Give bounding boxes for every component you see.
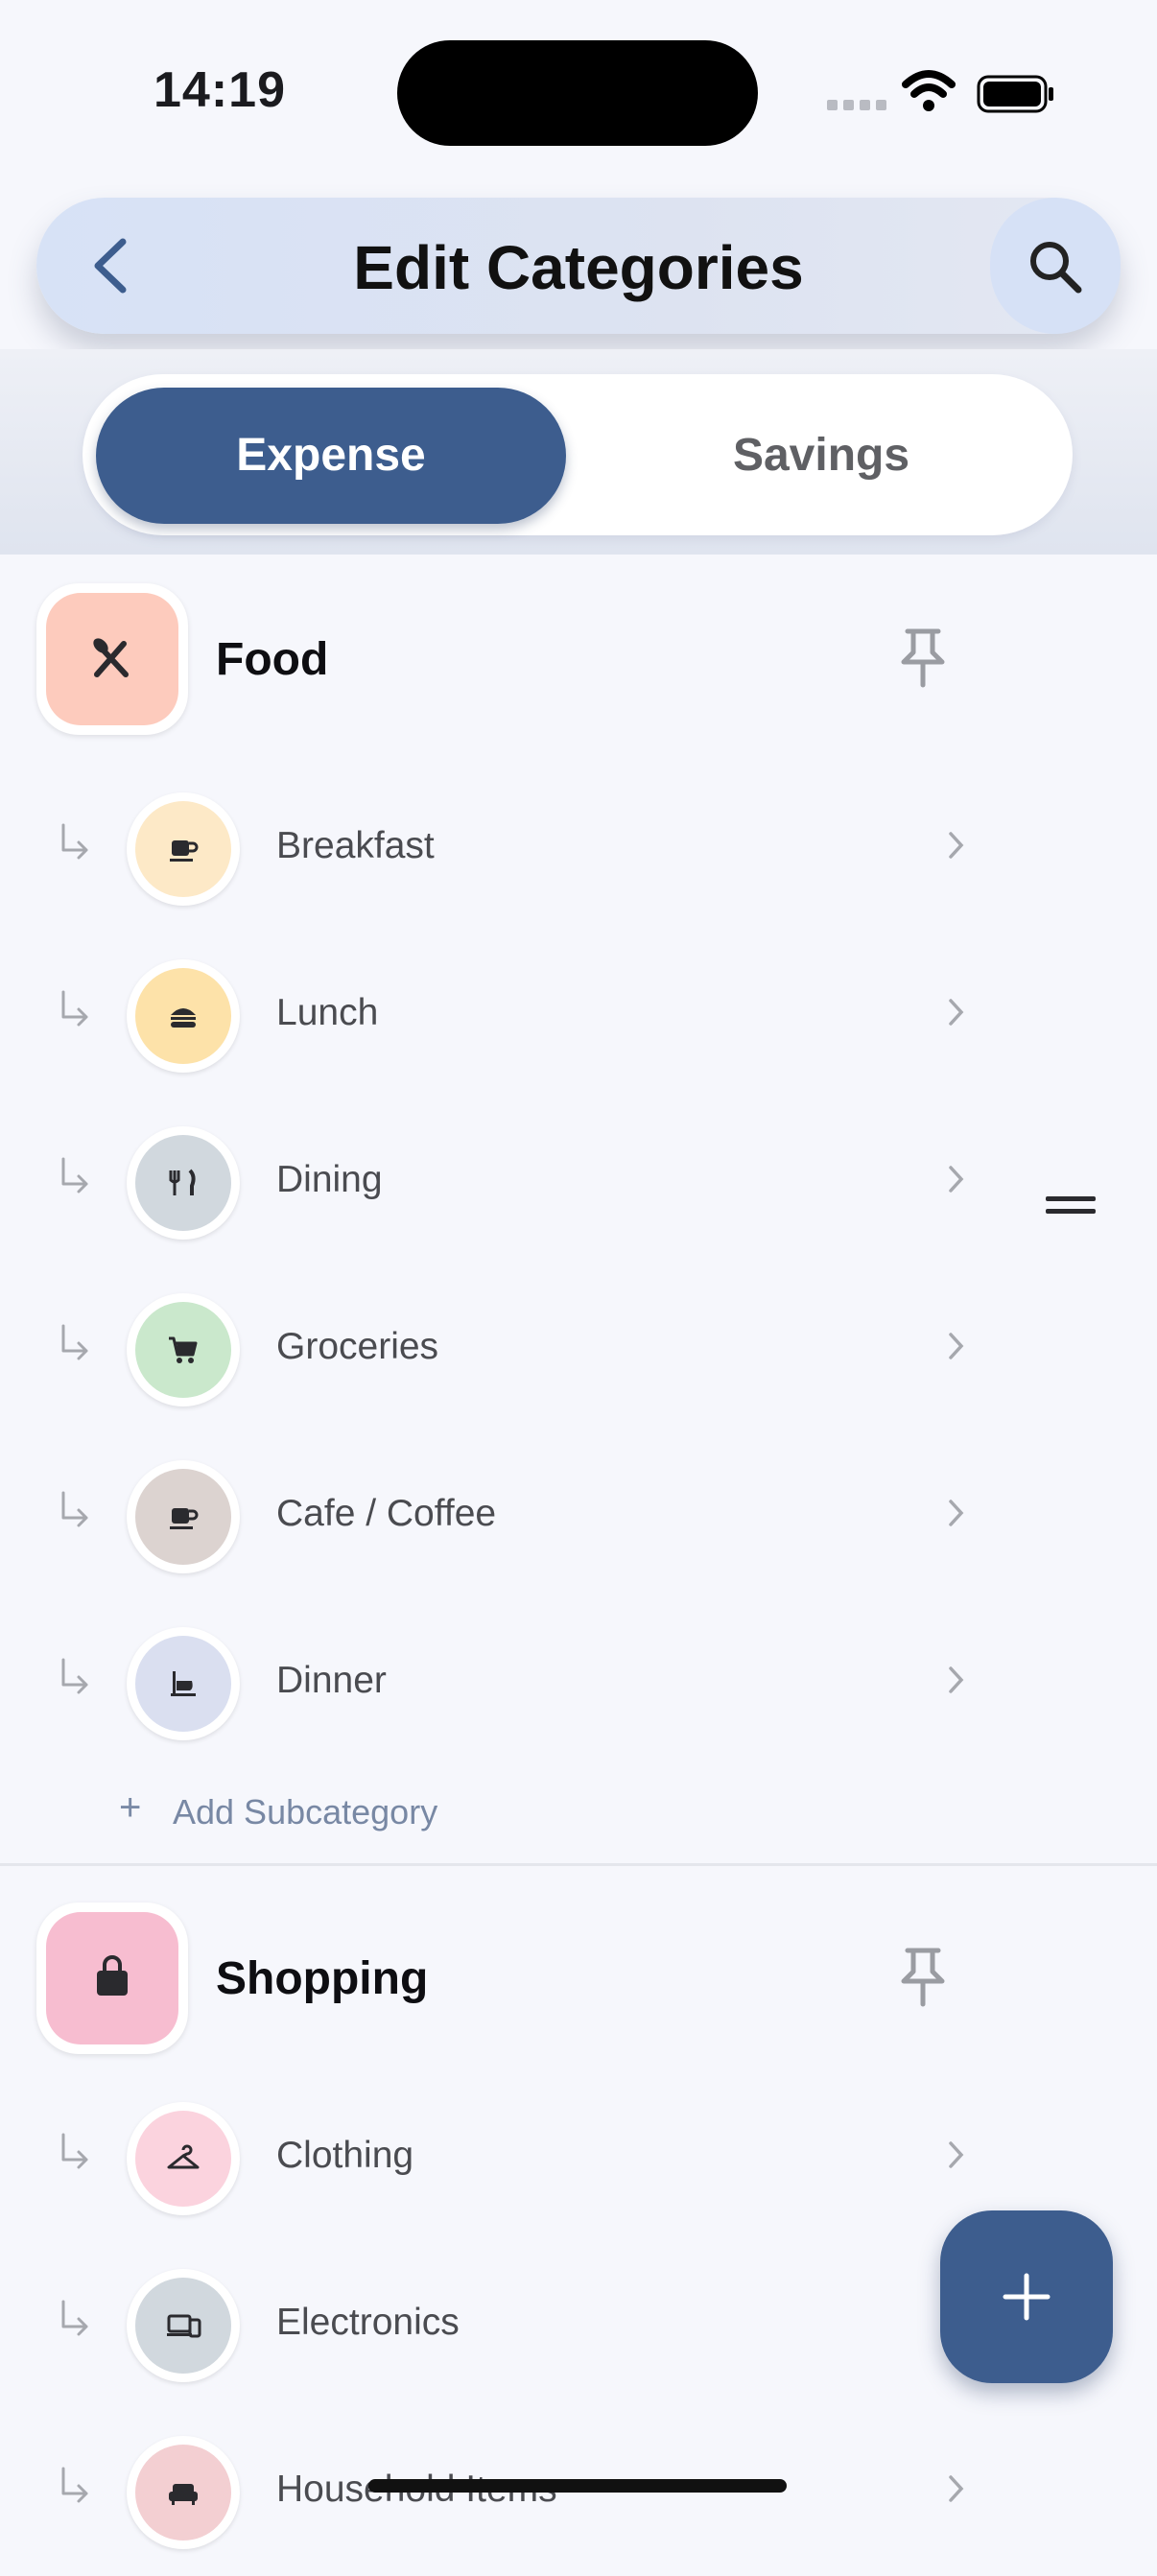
subcategory-label: Cafe / Coffee bbox=[276, 1493, 497, 1534]
dynamic-island bbox=[397, 40, 758, 146]
status-bar: 14:19 bbox=[0, 0, 1157, 182]
dinner-icon bbox=[171, 1671, 196, 1696]
chevron-right-icon bbox=[949, 832, 964, 859]
subcategory-icon-badge bbox=[127, 2269, 240, 2382]
plus-icon bbox=[1003, 2273, 1051, 2321]
pin-icon[interactable] bbox=[894, 627, 952, 689]
sofa-icon bbox=[169, 2484, 198, 2505]
fork-knife-icon bbox=[169, 1169, 196, 1195]
shopping-bag-icon bbox=[97, 1955, 128, 1996]
subcategory-row[interactable]: Dinner bbox=[0, 1600, 1157, 1767]
chevron-right-icon bbox=[949, 1500, 964, 1526]
subcategory-row[interactable]: Household Items bbox=[0, 2409, 1157, 2576]
subcategory-icon-badge bbox=[127, 1627, 240, 1740]
status-time: 14:19 bbox=[153, 62, 286, 118]
subcategory-label: Dining bbox=[276, 1159, 383, 1200]
subcategory-row[interactable]: Breakfast bbox=[0, 766, 1157, 933]
subcategory-label: Breakfast bbox=[276, 825, 435, 866]
subcategory-row[interactable]: Lunch bbox=[0, 933, 1157, 1099]
devices-icon bbox=[167, 2314, 201, 2338]
search-icon bbox=[1030, 242, 1082, 294]
subitem-arrow-icon bbox=[61, 2300, 88, 2336]
battery-icon bbox=[977, 75, 1053, 113]
subcategory-label: Groceries bbox=[276, 1326, 439, 1367]
subitem-arrow-icon bbox=[61, 1157, 88, 1193]
page-title: Edit Categories bbox=[353, 233, 804, 302]
wifi-icon bbox=[902, 70, 956, 111]
tab-expense[interactable]: Expense bbox=[96, 388, 566, 524]
chevron-right-icon bbox=[949, 1333, 964, 1359]
tab-savings[interactable]: Savings bbox=[581, 388, 1061, 524]
subcategory-label: Lunch bbox=[276, 992, 379, 1033]
subcategory-label: Electronics bbox=[276, 2302, 460, 2343]
search-button[interactable] bbox=[990, 198, 1121, 334]
cart-icon bbox=[169, 1336, 198, 1363]
subcategory-row[interactable]: Groceries bbox=[0, 1266, 1157, 1433]
category-row-food[interactable]: Food bbox=[0, 555, 1157, 766]
subitem-arrow-icon bbox=[61, 823, 88, 860]
drag-handle-icon[interactable] bbox=[1046, 1196, 1096, 1214]
category-icon-badge bbox=[36, 583, 188, 735]
tabs-band: Expense Savings bbox=[0, 349, 1157, 555]
subitem-arrow-icon bbox=[61, 1324, 88, 1360]
coffee-cup-icon bbox=[170, 840, 199, 862]
category-row-shopping[interactable]: Shopping bbox=[0, 1879, 1157, 2075]
add-category-button[interactable] bbox=[940, 2210, 1113, 2383]
subcategory-icon-badge bbox=[127, 1126, 240, 1240]
plus-icon: + bbox=[119, 1786, 142, 1829]
add-subcategory-label: Add Subcategory bbox=[173, 1792, 438, 1832]
chevron-right-icon bbox=[949, 2475, 964, 2502]
section-divider bbox=[0, 1863, 1157, 1866]
chevron-right-icon bbox=[949, 1166, 964, 1193]
category-icon-badge bbox=[36, 1902, 188, 2054]
subcategory-icon-badge bbox=[127, 792, 240, 906]
subitem-arrow-icon bbox=[61, 2467, 88, 2503]
subcategory-row[interactable]: Cafe / Coffee bbox=[0, 1433, 1157, 1600]
subcategory-label: Dinner bbox=[276, 1660, 387, 1701]
subcategory-row[interactable]: Dining bbox=[0, 1099, 1157, 1266]
subcategory-icon-badge bbox=[127, 2436, 240, 2549]
subitem-arrow-icon bbox=[61, 1491, 88, 1527]
subcategory-icon-badge bbox=[127, 1460, 240, 1573]
header-bar: Edit Categories bbox=[36, 198, 1121, 334]
hanger-icon bbox=[167, 2144, 200, 2169]
category-label: Shopping bbox=[216, 1953, 429, 2004]
subcategory-icon-badge bbox=[127, 1293, 240, 1406]
subcategory-icon-badge bbox=[127, 2102, 240, 2215]
subcategory-label: Clothing bbox=[276, 2135, 414, 2176]
pin-icon[interactable] bbox=[894, 1947, 952, 2008]
subitem-arrow-icon bbox=[61, 1658, 88, 1694]
burger-icon bbox=[171, 1008, 196, 1028]
home-indicator bbox=[368, 2479, 787, 2493]
chevron-right-icon bbox=[949, 999, 964, 1026]
segmented-control: Expense Savings bbox=[83, 374, 1073, 535]
subcategory-icon-badge bbox=[127, 959, 240, 1073]
utensils-icon bbox=[93, 638, 129, 677]
add-subcategory-button[interactable]: + Add Subcategory bbox=[0, 1767, 1157, 1863]
subitem-arrow-icon bbox=[61, 990, 88, 1027]
category-label: Food bbox=[216, 634, 329, 685]
signal-icon bbox=[827, 100, 886, 110]
coffee-cup-icon bbox=[170, 1508, 199, 1529]
subitem-arrow-icon bbox=[61, 2133, 88, 2169]
chevron-right-icon bbox=[949, 1666, 964, 1693]
chevron-right-icon bbox=[949, 2141, 964, 2168]
